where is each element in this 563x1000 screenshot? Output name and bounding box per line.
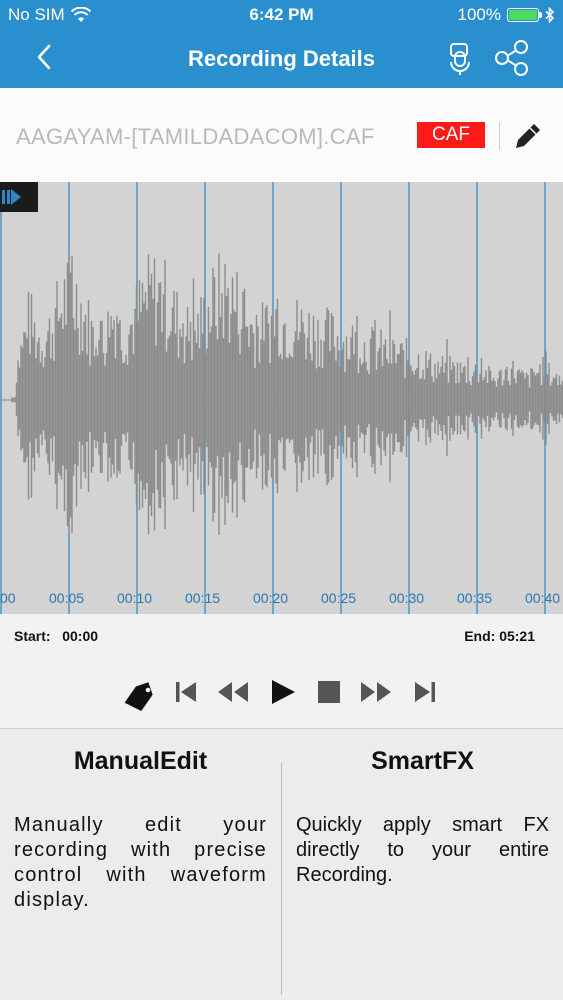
start-time: Start: 00:00: [14, 628, 98, 644]
smartfx-title: SmartFX: [371, 747, 474, 775]
skip-start-icon[interactable]: [164, 670, 208, 714]
timeline-tick-label: 00:35: [457, 590, 493, 606]
playhead-play-icon: [2, 189, 21, 205]
waveform-area[interactable]: 00 00:05 00:10 00:15 00:20 00:25 00:30 00:35 00:…: [0, 182, 563, 614]
pencil-icon[interactable]: [510, 118, 546, 154]
timeline-tick-label: 00: [0, 590, 16, 606]
feature-panels: ManualEdit Manually edit your recording …: [0, 729, 563, 1000]
page-title: Recording Details: [187, 46, 376, 71]
bluetooth-icon: [545, 7, 555, 23]
file-name: AAGAYAM-[TAMILDADACOM].CAF: [16, 124, 375, 149]
end-label: End:: [464, 628, 496, 644]
timeline-tick-label: 00:15: [185, 590, 221, 606]
status-bar: No SIM 6:42 PM 100%: [0, 0, 563, 30]
file-header: AAGAYAM-[TAMILDADACOM].CAF CAF: [0, 88, 563, 182]
battery-icon: [507, 8, 542, 22]
share-icon[interactable]: [492, 38, 532, 78]
play-icon[interactable]: [260, 670, 304, 714]
tag-icon[interactable]: [118, 670, 162, 714]
timeline-tick-label: 00:10: [117, 590, 153, 606]
nav-bar: Recording Details: [0, 30, 563, 88]
timeline-tick-label: 00:20: [253, 590, 289, 606]
skip-end-icon[interactable]: [403, 670, 447, 714]
fast-forward-icon[interactable]: [355, 670, 399, 714]
header-divider: [499, 122, 500, 150]
manual-edit-title: ManualEdit: [73, 747, 208, 775]
stop-icon[interactable]: [307, 670, 351, 714]
waveform-shape: [0, 253, 563, 535]
timeline-tick-label: 00:40: [525, 590, 561, 606]
timeline-tick-label: 00:30: [389, 590, 425, 606]
start-label: Start:: [14, 628, 51, 644]
waveform-svg[interactable]: [0, 182, 563, 614]
timeline-tick-label: 00:25: [321, 590, 357, 606]
waveform-path: [11, 253, 563, 535]
range-bar: Start: 00:00 End: 05:21: [0, 614, 563, 658]
start-value: 00:00: [62, 628, 99, 644]
end-value: 05:21: [499, 628, 535, 644]
rewind-icon[interactable]: [210, 670, 254, 714]
playhead-handle[interactable]: [0, 182, 38, 212]
manual-edit-panel[interactable]: ManualEdit Manually edit your recording …: [0, 729, 281, 1000]
microphone-icon[interactable]: [442, 40, 478, 76]
playback-controls: [0, 658, 563, 729]
status-right: 100%: [458, 5, 555, 25]
manual-edit-description: Manually edit your recording with precis…: [14, 814, 267, 911]
smartfx-panel[interactable]: SmartFX Quickly apply smart FX directly …: [282, 729, 563, 1000]
battery-percent: 100%: [457, 5, 501, 24]
smartfx-description: Quickly apply smart FX directly to your …: [296, 814, 549, 886]
format-badge: CAF: [417, 122, 485, 148]
timeline-tick-label: 00:05: [49, 590, 85, 606]
end-time: End: 05:21: [464, 628, 535, 644]
